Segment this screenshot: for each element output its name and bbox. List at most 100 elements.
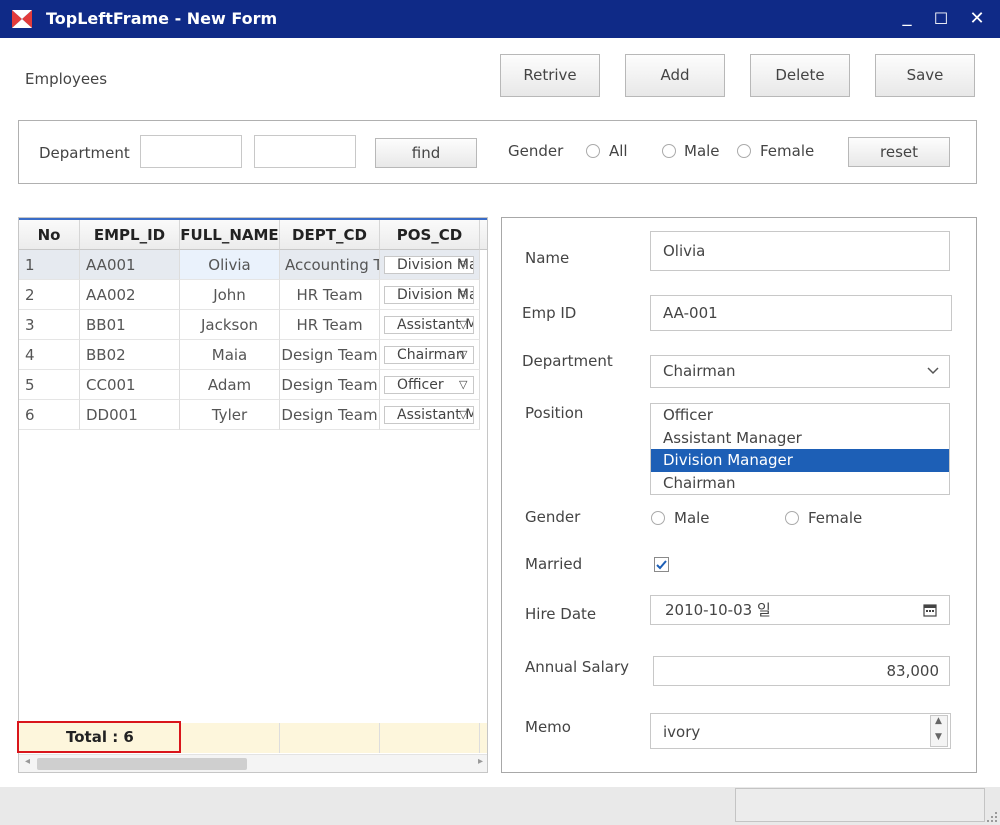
position-option-officer[interactable]: Officer [651,404,949,427]
pos-cd-select[interactable]: Division Manager▽ [384,256,474,274]
name-input[interactable]: Olivia [650,231,950,271]
gender-all-radio[interactable] [586,144,600,158]
scrollbar-thumb[interactable] [37,758,247,770]
scroll-down-icon[interactable]: ▼ [935,732,942,742]
cell-pos-cd: Division Manager▽ [380,280,480,310]
calendar-icon[interactable] [923,603,937,617]
cell-empl-id: AA001 [80,250,180,280]
window-title: TopLeftFrame - New Form [46,9,278,28]
cell-pos-cd: Division Manager▽ [380,250,480,280]
gender-label: Gender [525,508,581,526]
chevron-down-icon: ▽ [459,318,468,331]
cell-no: 4 [19,340,80,370]
gender-male-label: Male [674,509,710,527]
total-count-label: Total : 6 [66,728,134,746]
pos-cd-select-value: Chairman [397,347,465,363]
cell-empl-id: BB02 [80,340,180,370]
cell-empl-id: AA002 [80,280,180,310]
maximize-button[interactable]: ☐ [928,6,954,32]
cell-no: 3 [19,310,80,340]
column-header-filler [480,220,487,250]
gender-female-label: Female [760,142,815,160]
position-listbox[interactable]: Officer Assistant Manager Division Manag… [650,403,950,495]
pos-cd-select[interactable]: Chairman ▽ [384,346,474,364]
department-select-value: Chairman [663,362,736,380]
chevron-down-icon: ▽ [459,258,468,271]
memo-label: Memo [525,718,571,736]
grid-horizontal-scrollbar[interactable]: ◂ ▸ [19,754,487,772]
scroll-right-icon[interactable]: ▸ [478,756,483,767]
cell-pos-cd: Chairman ▽ [380,340,480,370]
cell-no: 2 [19,280,80,310]
app-logo-icon [12,10,32,28]
cell-dept-cd: Design Team [280,370,380,400]
hire-date-input[interactable]: 2010-10-03 일 [650,595,950,625]
hire-date-value: 2010-10-03 일 [665,601,771,619]
status-bar [0,787,1000,825]
retrive-button[interactable]: Retrive [500,54,600,97]
cell-full-name: Jackson [180,310,280,340]
cell-dept-cd: Accounting Team [280,250,380,280]
memo-textarea[interactable]: ivory [650,713,951,749]
gender-male-radio[interactable] [651,511,665,525]
hire-date-label: Hire Date [525,605,597,623]
pos-cd-select-value: Officer [397,377,444,393]
gender-male-label: Male [684,142,720,160]
cell-full-name: Tyler [180,400,280,430]
married-checkbox[interactable] [654,557,669,572]
position-option-division-manager[interactable]: Division Manager [651,449,949,472]
name-label: Name [525,249,570,267]
grid-footer-cell [280,723,380,753]
cell-dept-cd: Design Team [280,340,380,370]
employee-grid: No EMPL_ID FULL_NAME DEPT_CD POS_CD 1 AA… [18,217,488,773]
department-name-input[interactable] [254,135,356,168]
column-header-no[interactable]: No [19,220,80,250]
resize-grip-icon[interactable] [986,811,998,823]
chevron-down-icon: ▽ [459,378,468,391]
save-button[interactable]: Save [875,54,975,97]
minimize-button[interactable]: _ [894,4,920,30]
column-header-pos-cd[interactable]: POS_CD [380,220,480,250]
status-bar-panel [735,788,985,822]
cell-pos-cd: Officer ▽ [380,370,480,400]
column-header-full-name[interactable]: FULL_NAME [180,220,280,250]
gender-female-radio[interactable] [785,511,799,525]
chevron-down-icon: ▽ [459,408,468,421]
cell-full-name: Maia [180,340,280,370]
reset-button[interactable]: reset [848,137,950,167]
position-label: Position [525,404,584,422]
delete-button[interactable]: Delete [750,54,850,97]
department-filter-label: Department [39,144,130,162]
pos-cd-select[interactable]: Officer ▽ [384,376,474,394]
column-header-dept-cd[interactable]: DEPT_CD [280,220,380,250]
scroll-left-icon[interactable]: ◂ [25,756,30,767]
chevron-down-icon: ▽ [459,348,468,361]
department-code-input[interactable] [140,135,242,168]
grid-footer-cell [480,723,487,753]
emp-id-input[interactable]: AA-001 [650,295,952,331]
find-button[interactable]: find [375,138,477,168]
cell-pos-cd: Assistant Manager▽ [380,400,480,430]
position-option-assistant-manager[interactable]: Assistant Manager [651,427,949,450]
memo-scrollbar[interactable]: ▲ ▼ [930,715,948,747]
pos-cd-select[interactable]: Assistant Manager▽ [384,316,474,334]
annual-salary-input[interactable]: 83,000 [653,656,950,686]
gender-filter-label: Gender [508,142,564,160]
column-header-empl-id[interactable]: EMPL_ID [80,220,180,250]
add-button[interactable]: Add [625,54,725,97]
department-label: Department [522,352,613,370]
gender-female-radio[interactable] [737,144,751,158]
chevron-down-icon [927,367,939,375]
gender-male-radio[interactable] [662,144,676,158]
cell-full-name: John [180,280,280,310]
department-select[interactable]: Chairman [650,355,950,388]
grid-footer-cell [380,723,480,753]
cell-full-name: Adam [180,370,280,400]
close-button[interactable]: ✕ [964,6,990,32]
detail-panel: Name Olivia Emp ID AA-001 Department Cha… [501,217,977,773]
pos-cd-select[interactable]: Assistant Manager▽ [384,406,474,424]
position-option-chairman[interactable]: Chairman [651,472,949,495]
pos-cd-select[interactable]: Division Manager▽ [384,286,474,304]
cell-empl-id: BB01 [80,310,180,340]
scroll-up-icon[interactable]: ▲ [935,716,942,726]
